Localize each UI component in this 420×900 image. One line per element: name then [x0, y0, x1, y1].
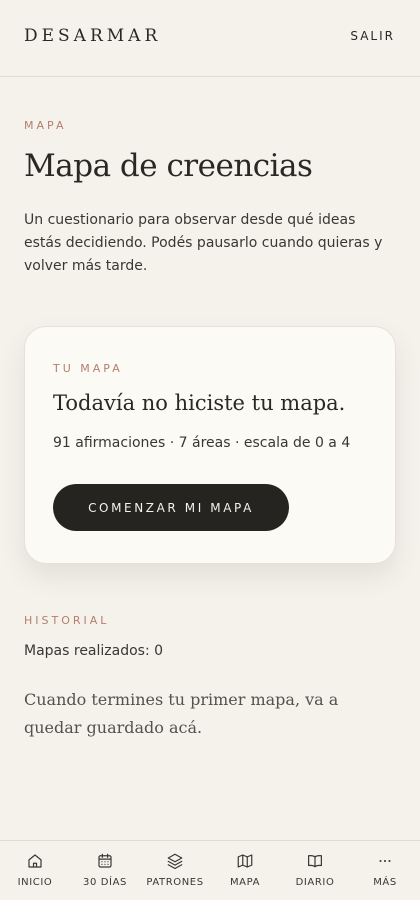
- nav-item-inicio[interactable]: INICIO: [0, 841, 70, 900]
- page-title: Mapa de creencias: [24, 148, 313, 184]
- nav-label: DIARIO: [295, 877, 335, 888]
- layers-icon: [166, 852, 184, 870]
- nav-item-diario[interactable]: DIARIO: [280, 841, 350, 900]
- map-icon: [236, 852, 254, 870]
- card-eyebrow: TU MAPA: [53, 362, 123, 375]
- nav-label: MAPA: [229, 877, 261, 888]
- brand-logo[interactable]: DESARMAR: [24, 26, 161, 46]
- nav-label: PATRONES: [146, 877, 204, 888]
- logout-button[interactable]: SALIR: [350, 29, 395, 43]
- nav-label: 30 DÍAS: [83, 877, 127, 888]
- history-empty-message: Cuando termines tu primer mapa, va a que…: [24, 690, 339, 737]
- nav-label: INICIO: [17, 877, 53, 888]
- nav-item-mas[interactable]: MÁS: [350, 841, 420, 900]
- nav-item-mapa[interactable]: MAPA: [210, 841, 280, 900]
- history-eyebrow: HISTORIAL: [24, 614, 110, 627]
- nav-item-30-dias[interactable]: 30 DÍAS: [70, 841, 140, 900]
- section-eyebrow: MAPA: [24, 119, 67, 132]
- start-map-button[interactable]: COMENZAR MI MAPA: [53, 484, 289, 531]
- bottom-nav: INICIO 30 DÍAS PATRONES MAPA DIARIO MÁS: [0, 840, 420, 900]
- card-meta: 91 afirmaciones · 7 áreas · escala de 0 …: [53, 435, 351, 451]
- book-icon: [306, 852, 324, 870]
- map-card: TU MAPA Todavía no hiciste tu mapa. 91 a…: [24, 326, 396, 564]
- nav-label: MÁS: [373, 877, 397, 888]
- nav-item-patrones[interactable]: PATRONES: [140, 841, 210, 900]
- calendar-icon: [96, 852, 114, 870]
- card-title: Todavía no hiciste tu mapa.: [53, 391, 346, 415]
- app-header: DESARMAR SALIR: [0, 0, 420, 77]
- page-description: Un cuestionario para observar desde qué …: [24, 212, 383, 274]
- home-icon: [26, 852, 44, 870]
- history-count: Mapas realizados: 0: [24, 643, 164, 659]
- more-icon: [376, 852, 394, 870]
